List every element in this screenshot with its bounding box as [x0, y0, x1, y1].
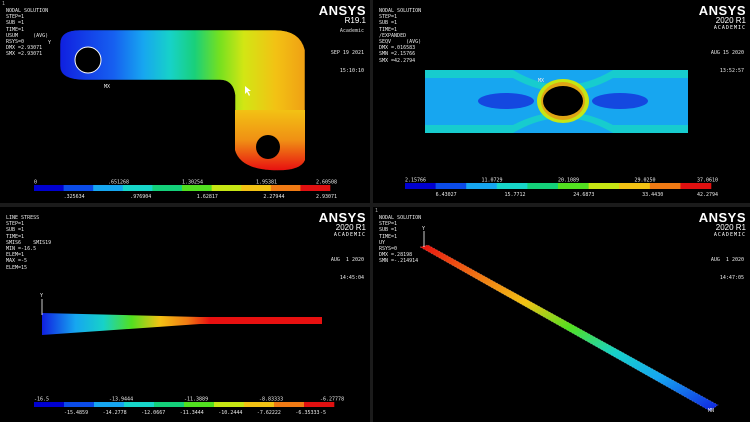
legend-swatch [274, 402, 305, 407]
legend-swatch [588, 183, 620, 189]
fem-model-view[interactable]: MX 2.15766 11.0729 20.1089 29.0250 37.0610 6.… [373, 0, 750, 203]
legend-swatch [184, 402, 215, 407]
legend-tick-label: 33.4430 [642, 192, 663, 198]
node-marker: MX [104, 84, 110, 90]
legend-tick-label: .325634 [64, 194, 85, 200]
legend-swatch [619, 183, 651, 189]
legend-tick-label: -8.83333 [259, 397, 283, 403]
legend-tick-label: 2.60508 [316, 180, 337, 186]
legend-swatch [154, 402, 185, 407]
ansys-viewport-2[interactable]: NODAL SOLUTION STEP=1 SUB =1 TIME=1/EXPANDE… [373, 0, 750, 203]
legend-swatch [558, 183, 589, 189]
legend-tick-label: -6.35333 [295, 410, 319, 416]
legend-swatch [680, 183, 712, 189]
legend-swatch [496, 183, 528, 189]
origin-marker: Y [48, 40, 51, 46]
low-stress-zone-right [592, 93, 648, 109]
legend-swatch [300, 185, 331, 191]
legend-tick-label: 24.6873 [573, 192, 594, 198]
legend-swatch [182, 185, 212, 191]
legend-swatch [124, 402, 155, 407]
legend-tick-label: .976904 [130, 194, 151, 200]
legend-swatch [405, 183, 436, 189]
legend-swatch [93, 185, 124, 191]
legend-tick-label: -12.0667 [141, 410, 165, 416]
contour-legend: 0 .651268 1.30254 1.95381 2.60508 .325634 .976… [34, 180, 337, 200]
legend-tick-label: -15.4859 [64, 410, 88, 416]
legend-tick-label: 20.1089 [558, 178, 579, 184]
legend-swatch [34, 185, 64, 191]
legend-swatch [304, 402, 335, 407]
contour-legend: 2.15766 11.0729 20.1089 29.0250 37.0610 6.430… [405, 178, 718, 198]
legend-tick-label: .651268 [108, 180, 129, 186]
plate-hole [543, 86, 583, 116]
deflected-beam [420, 245, 718, 411]
fem-model-view[interactable]: MX Y 0 .651268 1.30254 1.95381 2.60508 .32563… [0, 0, 370, 203]
ansys-viewport-1[interactable]: 1 NODAL SOLUTION STEP=1 SUB =1 TIME=1 USUM (… [0, 0, 370, 203]
screen-grid: 1 NODAL SOLUTION STEP=1 SUB =1 TIME=1 USUM (… [0, 0, 750, 422]
legend-tick-label: -14.2778 [103, 410, 127, 416]
legend-swatch [122, 185, 153, 191]
pin-hole-1 [74, 46, 102, 74]
legend-tick-label: -13.9444 [109, 397, 133, 403]
legend-tick-label: -5 [320, 410, 326, 416]
legend-swatch [241, 185, 272, 191]
ansys-viewport-3[interactable]: LINE STRESS STEP=1 SUB =1 TIME=1 SMIS6 SMIS1… [0, 207, 370, 422]
legend-tick-label: 2.27944 [263, 194, 284, 200]
legend-tick-label: 37.0610 [697, 178, 718, 184]
fem-model-view[interactable]: Y -16.5 -13.9444 -11.3889 -8.83333 -6.27778-… [0, 207, 370, 422]
contour-legend: -16.5 -13.9444 -11.3889 -8.83333 -6.27778 -15… [34, 397, 344, 416]
legend-tick-label: 6.43027 [436, 192, 457, 198]
legend-tick-label: -11.3444 [180, 410, 204, 416]
legend-tick-label: -6.27778 [320, 397, 344, 403]
triad-y-label: Y [422, 226, 425, 232]
legend-swatch [214, 402, 245, 407]
legend-tick-label: 2.93071 [316, 194, 337, 200]
legend-swatch [244, 402, 275, 407]
legend-tick-label: 29.0250 [635, 178, 656, 184]
legend-swatch [34, 402, 65, 407]
ansys-viewport-4[interactable]: 1 NODAL SOLUTION STEP=1 SUB =1 TIME=1 UY RSYS… [373, 207, 750, 422]
legend-tick-label: 2.15766 [405, 178, 426, 184]
legend-swatch [152, 185, 183, 191]
legend-swatch [649, 183, 681, 189]
legend-tick-label: -16.5 [34, 397, 49, 403]
legend-tick-label: 42.2794 [697, 192, 718, 198]
legend-swatch [435, 183, 467, 189]
legend-tick-label: -10.2444 [218, 410, 242, 416]
low-stress-zone-left [478, 93, 534, 109]
triad-y-label: Y [40, 293, 43, 299]
min-marker: MN [708, 408, 714, 414]
pin-hole-2 [256, 135, 280, 159]
legend-swatch [211, 185, 242, 191]
legend-swatch [527, 183, 559, 189]
legend-tick-label: 0 [34, 180, 37, 186]
legend-tick-label: -7.62222 [257, 410, 281, 416]
legend-swatch [64, 402, 95, 407]
legend-tick-label: 1.62817 [197, 194, 218, 200]
tapered-bar [42, 313, 322, 335]
fem-model-view[interactable]: Y MN [373, 207, 750, 422]
legend-tick-label: 1.30254 [182, 180, 203, 186]
node-marker: MX [538, 78, 544, 84]
legend-swatch [94, 402, 125, 407]
legend-swatch [270, 185, 301, 191]
legend-swatch [466, 183, 498, 189]
legend-tick-label: -11.3889 [184, 397, 208, 403]
legend-swatch [63, 185, 94, 191]
legend-tick-label: 15.7712 [504, 192, 525, 198]
legend-tick-label: 11.0729 [482, 178, 503, 184]
legend-tick-label: 1.95381 [256, 180, 277, 186]
